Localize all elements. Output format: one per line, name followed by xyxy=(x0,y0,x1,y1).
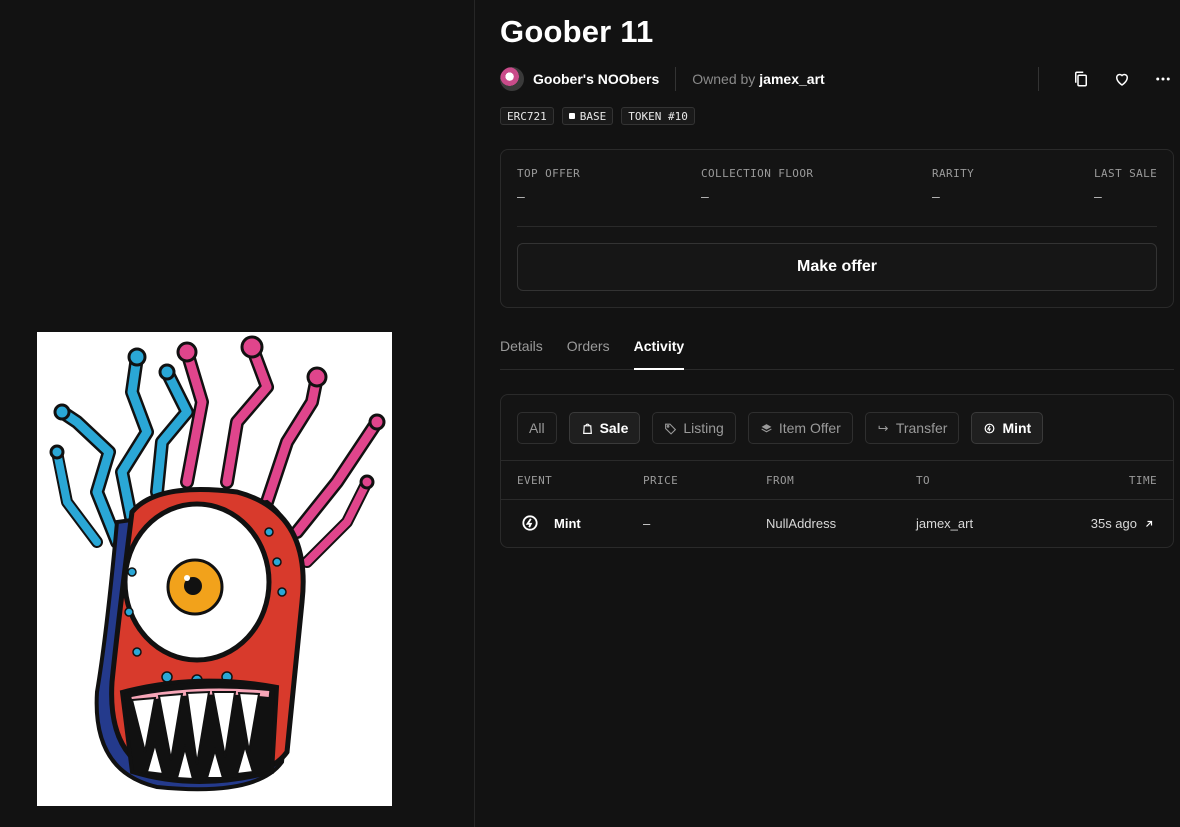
tab-activity[interactable]: Activity xyxy=(633,333,685,370)
standard-badge-label: ERC721 xyxy=(507,109,547,123)
filter-mint[interactable]: Mint xyxy=(971,412,1044,444)
divider xyxy=(1038,67,1039,91)
column-header-from: FROM xyxy=(766,474,795,487)
divider xyxy=(517,226,1157,227)
tag-icon xyxy=(665,423,677,435)
divider xyxy=(675,67,677,91)
stat-last-sale: LAST SALE – xyxy=(1094,167,1157,204)
time-label: 35s ago xyxy=(1090,516,1137,531)
more-options-button[interactable] xyxy=(1150,66,1176,92)
collection-avatar[interactable] xyxy=(500,67,524,91)
filter-label: Mint xyxy=(1002,420,1032,436)
filter-all[interactable]: All xyxy=(517,412,557,444)
details-pane: Goober 11 Goober's NOObers Owned by jamex… xyxy=(476,0,1180,827)
event-label: Mint xyxy=(554,515,581,531)
stat-rarity: RARITY – xyxy=(932,167,974,204)
owned-by-label: Owned by xyxy=(692,71,756,87)
table-row[interactable]: Mint – NullAddress jamex_art 35s ago xyxy=(501,501,1173,547)
stat-label: LAST SALE xyxy=(1094,167,1158,180)
arrow-right-icon xyxy=(878,425,888,431)
column-header-price: PRICE xyxy=(643,474,679,487)
filter-label: Listing xyxy=(683,420,724,436)
stat-top-offer: TOP OFFER – xyxy=(517,167,580,204)
goober-monster-illustration xyxy=(37,332,392,806)
tab-details[interactable]: Details xyxy=(500,333,543,370)
collection-name-link[interactable]: Goober's NOObers xyxy=(533,71,659,87)
price-cell: – xyxy=(643,516,651,531)
chain-badge: BASE xyxy=(561,107,614,125)
heart-icon xyxy=(1115,73,1129,86)
column-header-event: EVENT xyxy=(517,474,553,487)
filter-item-offer[interactable]: Item Offer xyxy=(747,412,853,444)
owned-by-text: Owned by jamex_art xyxy=(692,71,824,87)
meta-row: Goober's NOObers Owned by jamex_art xyxy=(500,66,1176,92)
filter-label: Item Offer xyxy=(778,420,841,436)
nft-title: Goober 11 xyxy=(500,14,654,49)
stat-value: – xyxy=(932,188,940,204)
to-cell[interactable]: jamex_art xyxy=(916,516,973,531)
activity-filters: All Sale Listing Item Offer Transfer Min… xyxy=(517,412,1044,444)
copy-button[interactable] xyxy=(1068,66,1094,92)
stat-label: RARITY xyxy=(932,167,975,180)
artwork-pane xyxy=(0,0,475,827)
chain-icon xyxy=(568,113,575,119)
tab-orders[interactable]: Orders xyxy=(567,333,610,370)
stat-label: TOP OFFER xyxy=(517,167,581,180)
token-badges: ERC721 BASE TOKEN #10 xyxy=(500,107,695,125)
stat-collection-floor: COLLECTION FLOOR – xyxy=(701,167,813,204)
stat-value: – xyxy=(701,188,709,204)
copy-icon xyxy=(1075,71,1087,87)
filter-label: All xyxy=(529,420,545,436)
more-horizontal-icon xyxy=(1156,77,1170,81)
time-cell[interactable]: 35s ago xyxy=(1091,516,1155,531)
standard-badge: ERC721 xyxy=(500,107,554,125)
activity-table-header: EVENT PRICE FROM TO TIME xyxy=(501,460,1173,500)
event-cell: Mint xyxy=(520,513,581,533)
filter-sale[interactable]: Sale xyxy=(568,412,641,444)
make-offer-button[interactable]: Make offer xyxy=(517,243,1157,291)
from-cell[interactable]: NullAddress xyxy=(766,516,836,531)
stat-value: – xyxy=(517,188,525,204)
owner-link[interactable]: jamex_art xyxy=(759,71,824,87)
stat-value: – xyxy=(1094,188,1102,204)
stat-label: COLLECTION FLOOR xyxy=(701,167,814,180)
stats-card: TOP OFFER – COLLECTION FLOOR – RARITY – … xyxy=(500,149,1174,308)
meta-actions xyxy=(1038,66,1176,92)
token-id-badge-label: TOKEN #10 xyxy=(628,109,688,123)
mint-icon xyxy=(522,515,538,531)
column-header-time: TIME xyxy=(1128,474,1157,487)
nft-artwork[interactable] xyxy=(37,332,392,806)
filter-listing[interactable]: Listing xyxy=(652,412,736,444)
mint-icon xyxy=(985,423,995,433)
column-header-to: TO xyxy=(916,474,931,487)
external-link-icon xyxy=(1146,520,1153,527)
shopping-bag-icon xyxy=(582,423,592,434)
layers-icon xyxy=(761,423,772,432)
favorite-button[interactable] xyxy=(1109,66,1135,92)
activity-card: All Sale Listing Item Offer Transfer Min… xyxy=(500,394,1174,548)
filter-label: Sale xyxy=(599,420,629,436)
tab-bar: Details Orders Activity xyxy=(500,333,1174,370)
chain-badge-label: BASE xyxy=(579,109,607,123)
token-id-badge: TOKEN #10 xyxy=(621,107,695,125)
filter-transfer[interactable]: Transfer xyxy=(864,412,960,444)
filter-label: Transfer xyxy=(895,420,948,436)
